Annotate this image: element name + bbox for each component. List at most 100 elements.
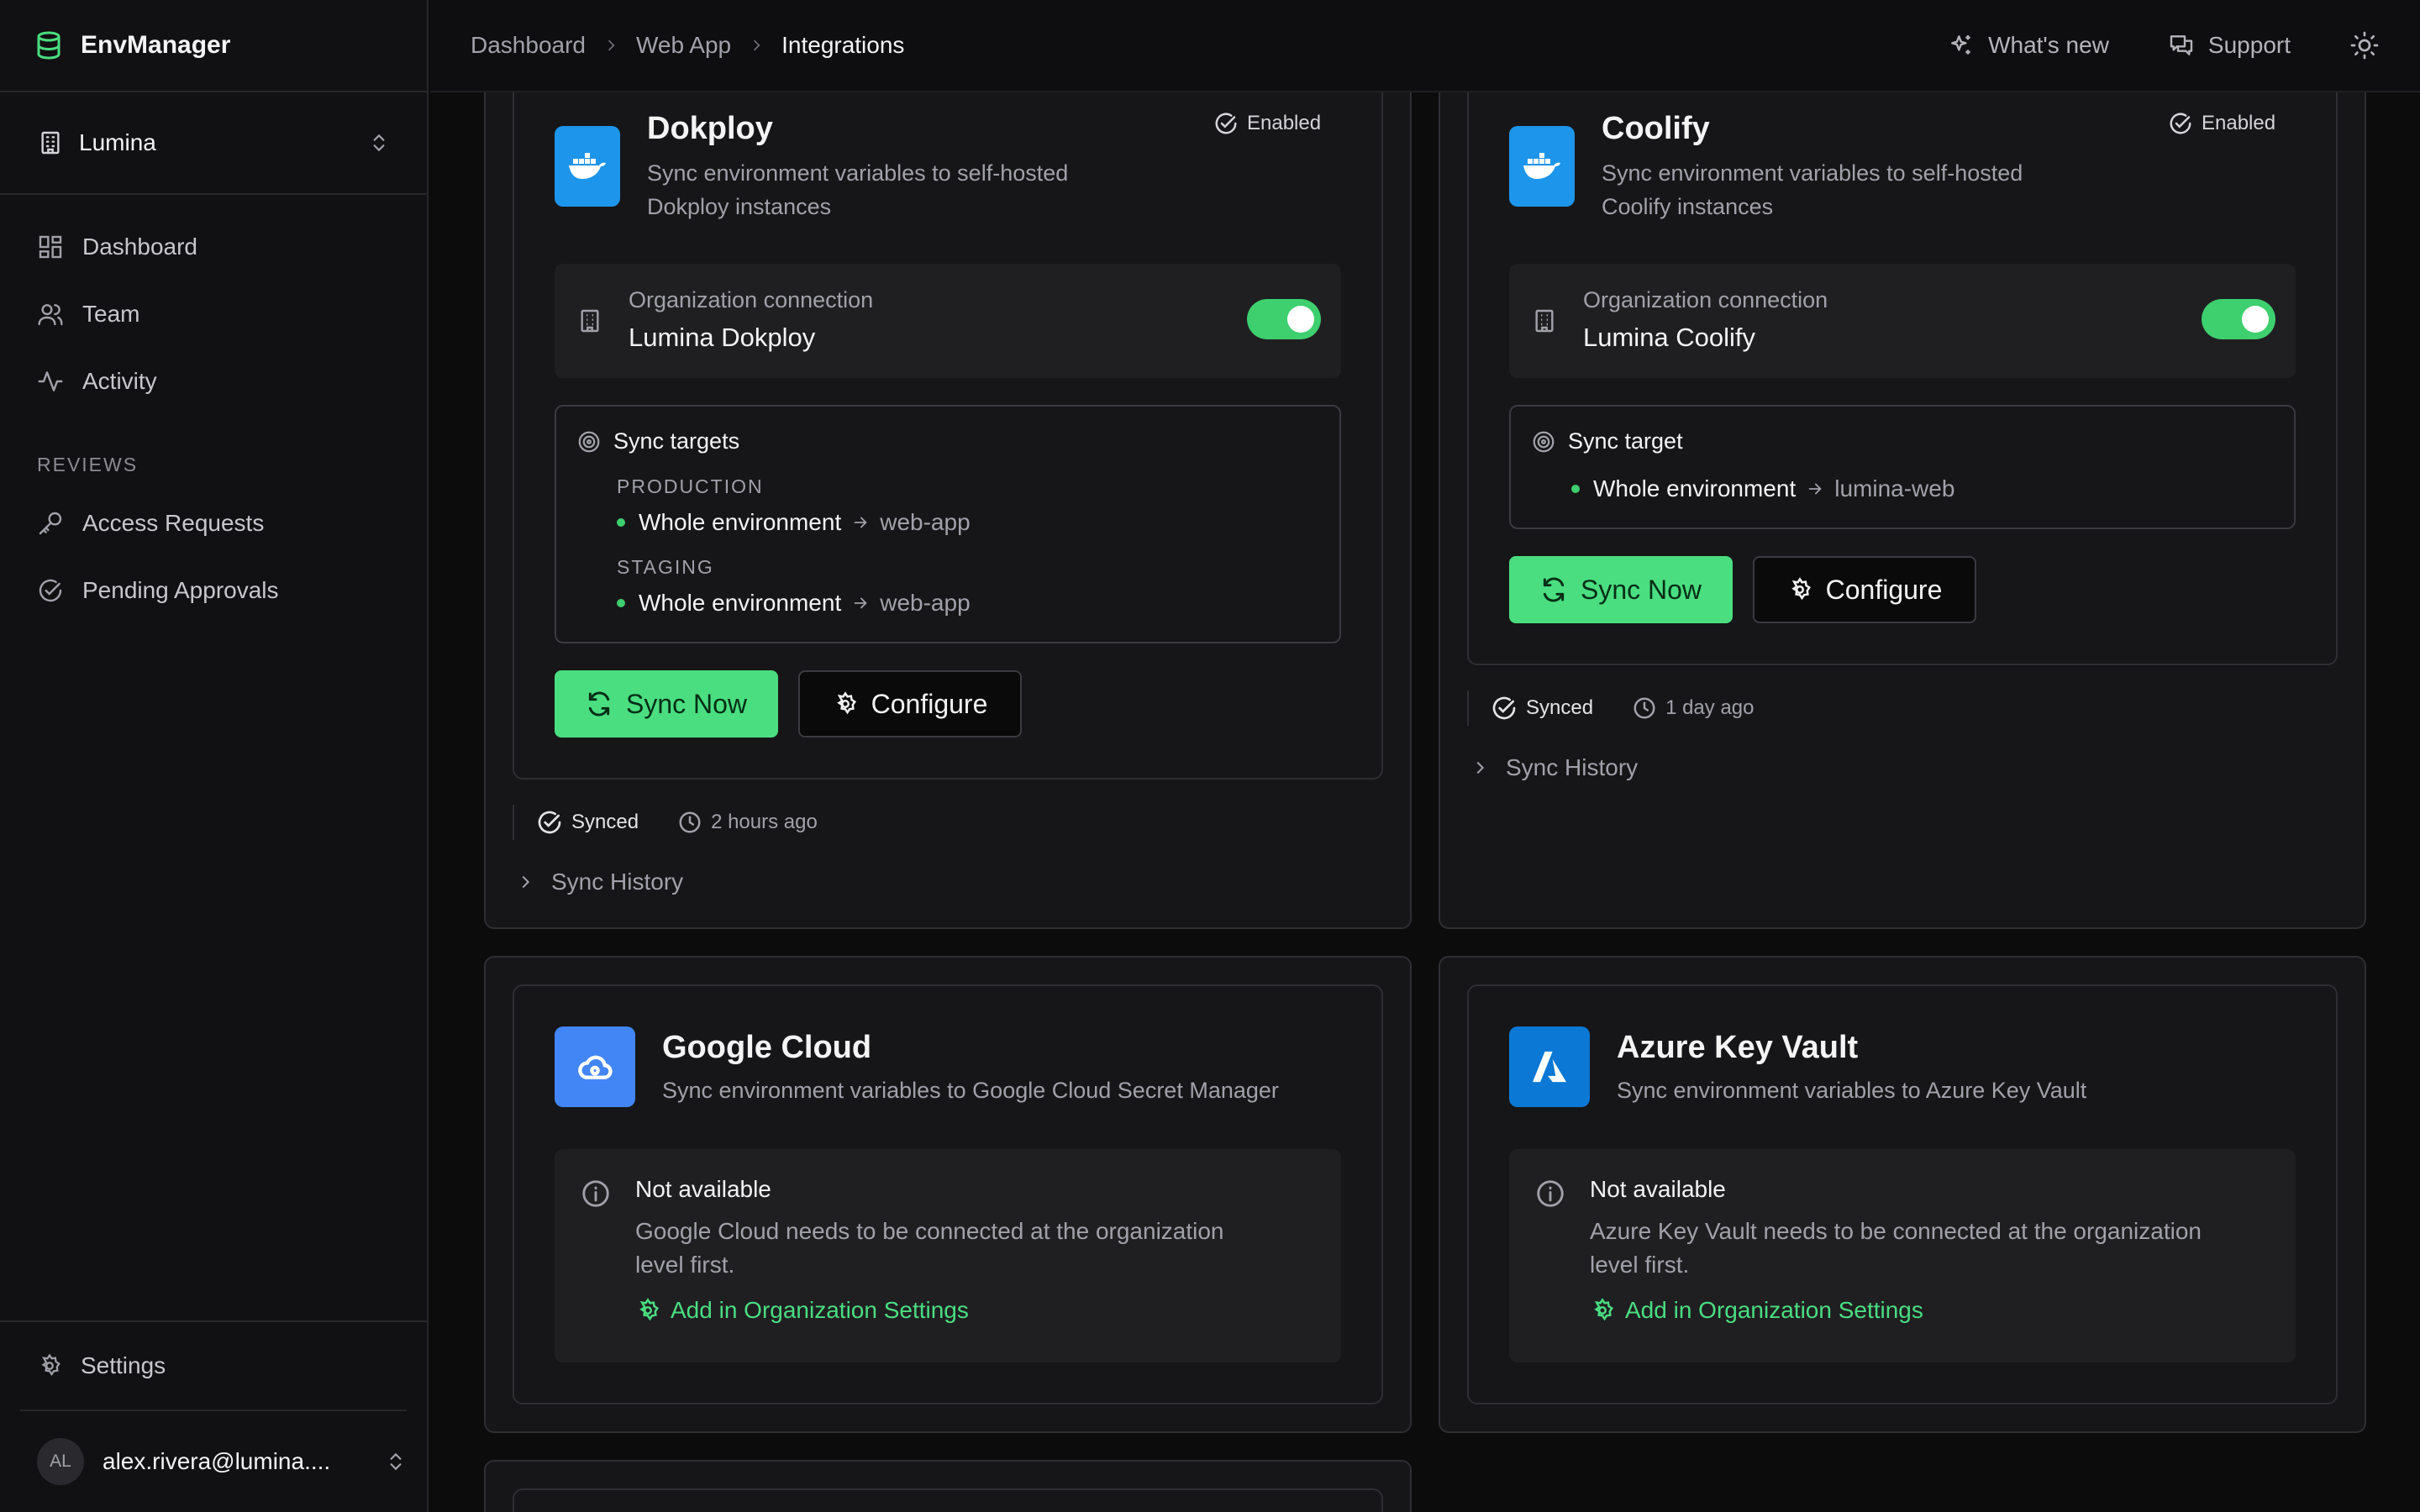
sync-targets-header: Sync targets — [576, 428, 739, 454]
sync-now-button[interactable]: Sync Now — [555, 670, 778, 738]
users-icon — [37, 301, 64, 328]
nav-item-access-requests[interactable]: Access Requests — [0, 490, 427, 557]
sync-targets — [1509, 405, 2296, 529]
messages-icon — [2168, 32, 2195, 59]
sync-now-button[interactable]: Sync Now — [1509, 556, 1733, 623]
card-title: Google Cloud — [662, 1030, 872, 1065]
arrow-right-icon — [851, 594, 870, 612]
add-in-org-settings-link[interactable]: Add in Organization Settings — [635, 1297, 969, 1324]
check-circle-icon — [2168, 111, 2193, 136]
sync-status: Synced 2 hours ago — [513, 805, 818, 840]
target-source: Whole environment — [1593, 475, 1797, 501]
not-available-text: Azure Key Vault needs to be connected at… — [1590, 1218, 2202, 1278]
enabled-label: Enabled — [1247, 112, 1322, 134]
connection-toggle[interactable] — [1247, 299, 1321, 339]
chevron-right-icon — [1470, 759, 1489, 777]
check-circle-icon — [536, 809, 563, 836]
configure-label: Configure — [871, 688, 988, 719]
link-label: Add in Organization Settings — [671, 1297, 969, 1323]
building-icon — [37, 129, 64, 156]
sync-history-label: Sync History — [1506, 754, 1639, 780]
sync-targets-title: Sync target — [1568, 428, 1683, 454]
nav-item-team[interactable]: Team — [0, 281, 427, 348]
target-icon — [1531, 429, 1556, 454]
nav-label: Dashboard — [82, 234, 197, 260]
refresh-icon — [586, 690, 613, 717]
gear-icon — [1787, 577, 1812, 602]
nav-section-reviews: REVIEWS — [37, 454, 139, 475]
info-icon — [580, 1178, 612, 1210]
time-label: 2 hours ago — [711, 811, 818, 833]
card-description: Sync environment variables to Google Clo… — [662, 1078, 1279, 1103]
brand[interactable]: EnvManager — [0, 0, 427, 92]
env-label: PRODUCTION — [617, 475, 764, 497]
last-sync-time: 2 hours ago — [677, 810, 818, 835]
sync-history-toggle[interactable]: Sync History — [1470, 754, 1638, 781]
enabled-badge: Enabled — [1213, 111, 1321, 136]
chevron-right-icon — [602, 37, 619, 54]
org-name: Lumina — [79, 129, 156, 155]
link-label: Add in Organization Settings — [1625, 1297, 1923, 1323]
org-connection — [1509, 264, 2296, 378]
support-button[interactable]: Support — [2168, 32, 2291, 59]
status-label: Synced — [571, 811, 639, 833]
building-icon — [576, 306, 603, 336]
avatar: AL — [37, 1438, 84, 1485]
chevron-right-icon — [516, 873, 534, 891]
app-name: EnvManager — [81, 31, 231, 59]
conn-name: Lumina Dokploy — [629, 323, 816, 352]
nav-label: Activity — [82, 368, 157, 394]
target-dest: lumina-web — [1834, 475, 1955, 501]
info-icon — [1534, 1178, 1566, 1210]
sync-history-toggle[interactable]: Sync History — [516, 869, 683, 895]
org-switcher[interactable]: Lumina — [0, 92, 427, 195]
sparkles-icon — [1948, 32, 1975, 59]
card-title: Dokploy — [647, 111, 773, 146]
building-icon — [1531, 306, 1558, 336]
card-title: Azure Key Vault — [1617, 1030, 1859, 1065]
arrow-right-icon — [1806, 480, 1824, 498]
target-source: Whole environment — [639, 509, 842, 535]
topbar: Dashboard Web App Integrations What's ne… — [430, 0, 2420, 92]
whats-new-button[interactable]: What's new — [1948, 32, 2109, 59]
arrow-right-icon — [851, 513, 870, 532]
add-in-org-settings-link[interactable]: Add in Organization Settings — [1590, 1297, 1923, 1324]
gear-icon — [1590, 1298, 1615, 1323]
sync-now-label: Sync Now — [1580, 574, 1702, 605]
target-dest: web-app — [880, 590, 971, 616]
breadcrumb-web-app[interactable]: Web App — [636, 32, 731, 59]
connection-toggle[interactable] — [2202, 299, 2275, 339]
nav-item-activity[interactable]: Activity — [0, 348, 427, 415]
target-row: Whole environment web-app — [617, 509, 971, 536]
card-description: Sync environment variables to self-hoste… — [647, 160, 1069, 219]
chevron-right-icon — [748, 37, 765, 54]
nav-item-pending-approvals[interactable]: Pending Approvals — [0, 557, 427, 624]
configure-button[interactable]: Configure — [1753, 556, 1976, 623]
nav-item-settings[interactable]: Settings — [0, 1320, 427, 1410]
database-icon — [34, 30, 64, 60]
nav-item-dashboard[interactable]: Dashboard — [0, 213, 427, 281]
refresh-icon — [1540, 576, 1567, 603]
docker-icon — [1509, 126, 1575, 207]
sync-targets-title: Sync targets — [613, 428, 740, 454]
dashboard-icon — [37, 234, 64, 260]
user-menu[interactable]: AL alex.rivera@lumina.... — [20, 1410, 407, 1512]
whats-new-label: What's new — [1988, 32, 2109, 58]
breadcrumb: Dashboard Web App Integrations — [471, 32, 1948, 59]
synced-status: Synced — [536, 809, 639, 836]
org-connection — [555, 264, 1341, 378]
not-available-text: Google Cloud needs to be connected at th… — [635, 1218, 1224, 1278]
conn-name: Lumina Coolify — [1583, 323, 1756, 352]
main-nav: Dashboard Team Activity REVIEWS Access R… — [0, 195, 427, 624]
key-icon — [37, 510, 64, 537]
breadcrumb-dashboard[interactable]: Dashboard — [471, 32, 586, 59]
last-sync-time: 1 day ago — [1632, 696, 1754, 721]
theme-toggle-button[interactable] — [2349, 30, 2380, 60]
configure-button[interactable]: Configure — [798, 670, 1022, 738]
gear-icon — [37, 1353, 62, 1378]
conn-label: Organization connection — [1583, 287, 1828, 312]
sync-targets-header: Sync target — [1531, 428, 1683, 454]
target-row: Whole environment web-app — [617, 590, 971, 617]
chevrons-updown-icon — [385, 1451, 407, 1473]
card-description: Sync environment variables to Azure Key … — [1617, 1078, 2087, 1103]
